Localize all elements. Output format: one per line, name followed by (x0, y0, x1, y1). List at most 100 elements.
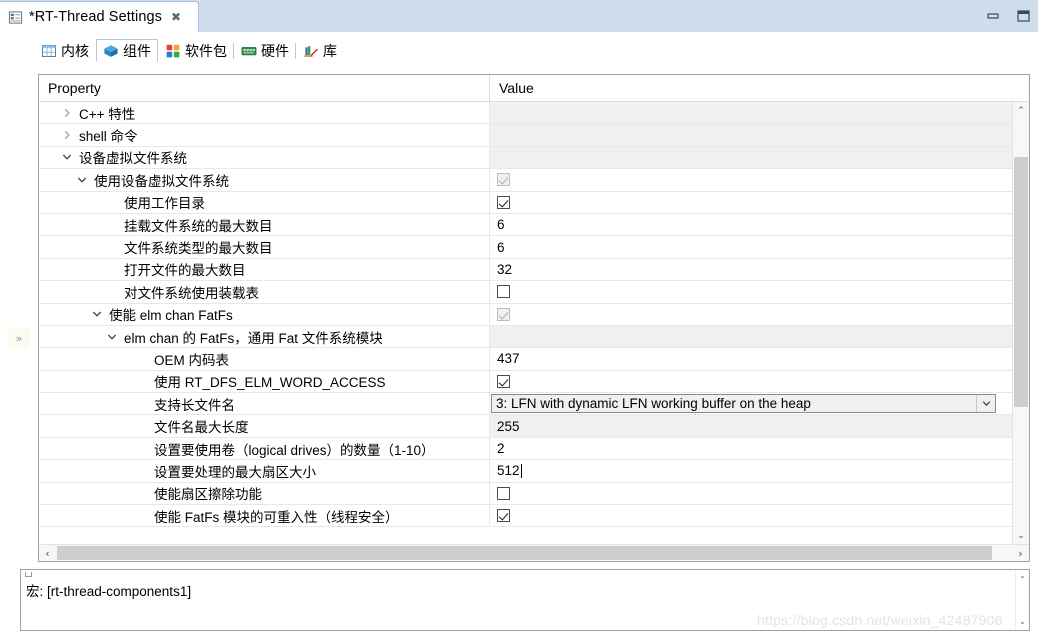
lfn-dropdown[interactable]: 3: LFN with dynamic LFN working buffer o… (491, 394, 996, 414)
status-scroll-up-icon[interactable]: ⌃ (1016, 572, 1029, 586)
value-cell[interactable]: 32 (489, 258, 1012, 281)
table-row[interactable]: shell 命令 (39, 124, 1012, 147)
value-cell (489, 124, 1012, 146)
vertical-scroll-thumb[interactable] (1014, 157, 1028, 407)
property-label: 使用工作目录 (124, 196, 205, 212)
value-text: 2 (497, 441, 505, 457)
property-label: 支持长文件名 (154, 397, 235, 413)
value-cell[interactable] (489, 303, 1012, 325)
editor-tab-rt-thread-settings[interactable]: *RT-Thread Settings ✖ (0, 1, 199, 32)
scroll-right-icon[interactable]: › (1012, 545, 1029, 561)
table-row[interactable]: 设置要使用卷（logical drives）的数量（1-10） 2 (39, 437, 1012, 461)
minimize-icon[interactable] (984, 7, 1002, 25)
value-cell[interactable]: 255 (489, 415, 1012, 437)
value-cell[interactable] (489, 169, 1012, 191)
value-cell[interactable]: 3: LFN with dynamic LFN working buffer o… (489, 393, 1012, 415)
horizontal-scroll-thumb[interactable] (57, 546, 992, 560)
property-label: 文件名最大长度 (154, 420, 249, 436)
chevron-down-icon[interactable] (75, 175, 89, 185)
status-scroll-down-icon[interactable]: ⌄ (1016, 614, 1029, 628)
property-label: 使用 RT_DFS_ELM_WORD_ACCESS (154, 375, 386, 391)
maximize-icon[interactable] (1014, 7, 1032, 25)
property-label: 设置要处理的最大扇区大小 (154, 464, 316, 480)
close-icon[interactable]: ✖ (171, 11, 181, 23)
table-row[interactable]: C++ 特性 (39, 102, 1012, 125)
table-row[interactable]: OEM 内码表 437 (39, 348, 1012, 371)
tab-kernel-grid[interactable]: 内核 (34, 39, 96, 62)
settings-tab-bar: 内核 组件 软件包 硬件 库 (0, 32, 1038, 62)
property-label: 使用设备虚拟文件系统 (94, 173, 229, 189)
table-row[interactable]: 打开文件的最大数目 32 (39, 258, 1012, 282)
checkbox-checked[interactable] (497, 374, 510, 388)
column-header-value[interactable]: Value (489, 75, 1029, 101)
status-vertical-scrollbar[interactable]: ⌃ ⌄ (1015, 570, 1029, 630)
property-cell: 使用 RT_DFS_ELM_WORD_ACCESS (39, 371, 489, 392)
value-cell[interactable] (489, 281, 1012, 303)
value-cell[interactable] (489, 505, 1012, 527)
property-label: 使能 FatFs 模块的可重入性（线程安全） (154, 509, 399, 525)
table-row[interactable]: 使能 elm chan FatFs (39, 303, 1012, 326)
tab-packages[interactable]: 软件包 (158, 39, 234, 62)
text-caret (520, 463, 522, 478)
restore-panel-button[interactable]: » (8, 327, 30, 349)
value-text-input[interactable]: 512 (497, 463, 522, 478)
table-row[interactable]: 使能扇区擦除功能 (39, 482, 1012, 506)
table-row[interactable]: 使用 RT_DFS_ELM_WORD_ACCESS (39, 370, 1012, 394)
tab-hardware-board[interactable]: 硬件 (234, 39, 296, 62)
value-cell[interactable] (489, 482, 1012, 505)
value-cell[interactable]: 6 (489, 213, 1012, 236)
scroll-up-icon[interactable]: ⌃ (1013, 102, 1029, 119)
table-row[interactable]: 支持长文件名 3: LFN with dynamic LFN working bu… (39, 393, 1012, 416)
chevron-right-icon[interactable] (60, 130, 74, 140)
value-cell[interactable]: 2 (489, 437, 1012, 460)
kernel-grid-icon (41, 43, 57, 59)
chevron-down-icon[interactable] (976, 395, 995, 413)
tab-library-books[interactable]: 库 (296, 39, 344, 62)
table-row[interactable]: 使用设备虚拟文件系统 (39, 169, 1012, 192)
scroll-left-icon[interactable]: ‹ (39, 545, 56, 561)
table-row[interactable]: 对文件系统使用装载表 (39, 281, 1012, 304)
column-header-property[interactable]: Property (39, 75, 489, 101)
table-row[interactable]: 设备虚拟文件系统 (39, 146, 1012, 170)
settings-table-icon (8, 10, 23, 25)
property-label: shell 命令 (79, 129, 138, 145)
checkbox-checked[interactable] (497, 509, 510, 523)
chevron-right-icon[interactable] (60, 108, 74, 118)
scroll-down-icon[interactable]: ⌄ (1013, 527, 1029, 544)
horizontal-scrollbar[interactable]: ‹ › (39, 544, 1029, 561)
checkbox-disabled-checked (497, 307, 510, 321)
table-row[interactable]: 文件名最大长度 255 (39, 415, 1012, 438)
editor-tab-strip: *RT-Thread Settings ✖ (0, 0, 1038, 32)
hardware-board-icon (241, 43, 257, 59)
table-row[interactable]: elm chan 的 FatFs，通用 Fat 文件系统模块 (39, 325, 1012, 349)
table-row[interactable]: 设置要处理的最大扇区大小 512 (39, 460, 1012, 483)
value-text: 6 (497, 217, 505, 233)
packages-icon (165, 43, 181, 59)
library-books-icon (303, 43, 319, 59)
vertical-scrollbar[interactable]: ⌃ ⌄ (1012, 102, 1029, 544)
table-row[interactable]: 文件系统类型的最大数目 6 (39, 236, 1012, 259)
checkbox-unchecked[interactable] (497, 285, 510, 299)
value-cell[interactable] (489, 191, 1012, 213)
chevron-down-icon[interactable] (60, 152, 74, 162)
checkbox-unchecked[interactable] (497, 486, 510, 500)
tab-components-cube[interactable]: 组件 (96, 39, 158, 62)
value-cell[interactable] (489, 370, 1012, 393)
property-table: Property Value C++ 特性 shell 命令设备虚拟文件系统使用设… (38, 74, 1030, 562)
chevron-down-icon[interactable] (90, 309, 104, 319)
value-text: 437 (497, 351, 520, 367)
property-cell: 设置要使用卷（logical drives）的数量（1-10） (39, 438, 489, 459)
tab-label: 软件包 (185, 43, 227, 59)
property-cell: 打开文件的最大数目 (39, 259, 489, 280)
property-cell: 使能扇区擦除功能 (39, 483, 489, 504)
chevron-down-icon[interactable] (105, 332, 119, 342)
value-cell[interactable]: 6 (489, 236, 1012, 258)
value-cell[interactable]: 512 (489, 460, 1012, 482)
property-cell: 使用工作目录 (39, 192, 489, 213)
table-row[interactable]: 挂载文件系统的最大数目 6 (39, 213, 1012, 237)
table-row[interactable]: 使能 FatFs 模块的可重入性（线程安全） (39, 505, 1012, 528)
property-cell: 设备虚拟文件系统 (39, 147, 489, 168)
value-cell[interactable]: 437 (489, 348, 1012, 370)
table-row[interactable]: 使用工作目录 (39, 191, 1012, 214)
checkbox-checked[interactable] (497, 195, 510, 209)
